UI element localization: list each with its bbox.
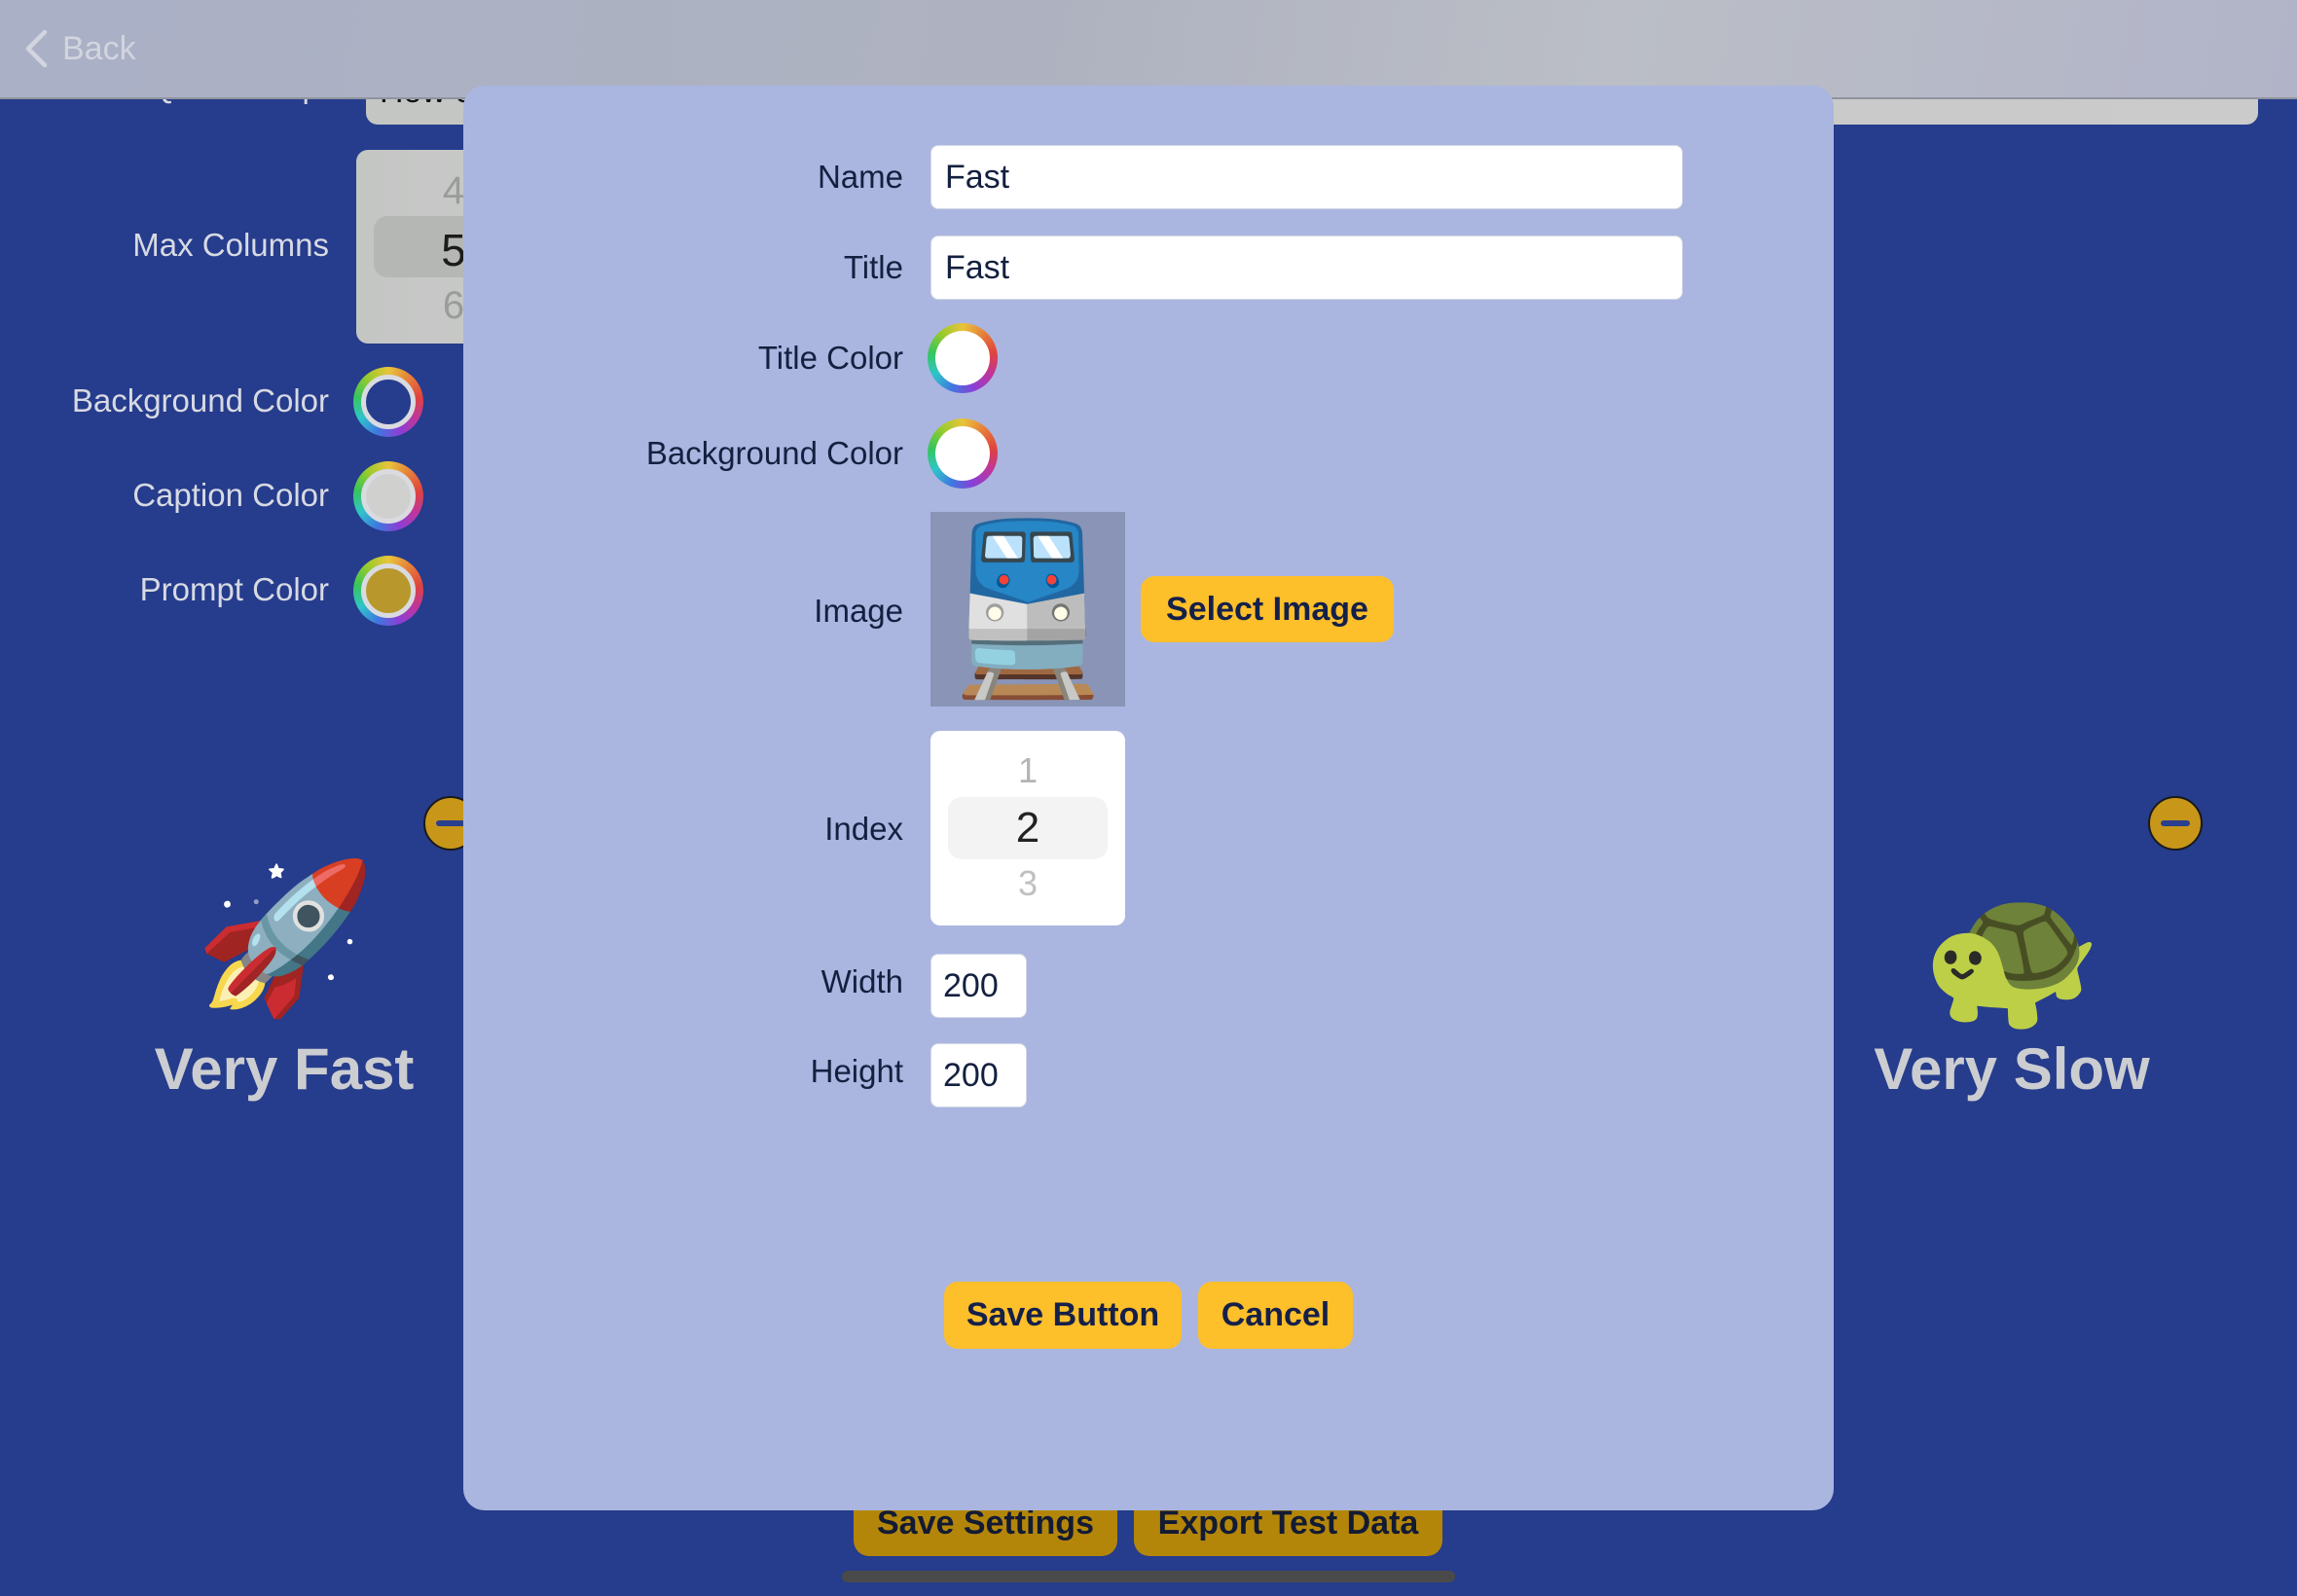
- cancel-button[interactable]: Cancel: [1198, 1282, 1353, 1349]
- width-input[interactable]: 200: [930, 954, 1027, 1018]
- background-color-well[interactable]: [928, 418, 998, 489]
- background-color-well[interactable]: [353, 367, 423, 437]
- index-label: Index: [824, 811, 903, 847]
- image-label: Image: [814, 593, 903, 629]
- caption-color-label: Caption Color: [132, 477, 329, 513]
- prompt-color-label: Prompt Color: [139, 571, 329, 607]
- edit-item-modal: Name Fast Title Fast Title Color Backgro…: [463, 86, 1834, 1510]
- item-image-preview: 🚆: [930, 512, 1125, 707]
- color-swatch: [361, 563, 416, 618]
- title-color-well[interactable]: [928, 323, 998, 393]
- height-label: Height: [810, 1053, 903, 1089]
- name-input[interactable]: Fast: [930, 145, 1683, 209]
- back-label: Back: [62, 29, 136, 67]
- picker-option-selected[interactable]: 2: [930, 804, 1125, 852]
- minus-icon: [436, 820, 465, 826]
- color-swatch: [935, 426, 990, 481]
- minus-icon: [2161, 820, 2190, 826]
- back-button[interactable]: Back: [23, 21, 136, 76]
- color-swatch: [361, 375, 416, 429]
- height-input[interactable]: 200: [930, 1043, 1027, 1107]
- picker-option[interactable]: 1: [930, 750, 1125, 791]
- item-caption: Very Fast: [154, 1036, 415, 1102]
- scrollbar[interactable]: [842, 1571, 1455, 1582]
- chevron-left-icon: [25, 29, 48, 68]
- color-swatch: [361, 469, 416, 524]
- title-color-label: Title Color: [757, 340, 903, 376]
- picker-option[interactable]: 3: [930, 863, 1125, 904]
- title-input[interactable]: Fast: [930, 236, 1683, 300]
- title-label: Title: [843, 249, 903, 285]
- color-swatch: [935, 331, 990, 385]
- turtle-icon: 🐢: [1920, 872, 2103, 1035]
- item-caption: Very Slow: [1874, 1036, 2150, 1102]
- max-columns-label: Max Columns: [132, 227, 329, 263]
- prompt-color-well[interactable]: [353, 556, 423, 626]
- navigation-bar: Back: [0, 0, 2297, 99]
- save-button[interactable]: Save Button: [944, 1282, 1182, 1349]
- background-color-label: Background Color: [645, 435, 903, 471]
- remove-item-button[interactable]: [2148, 796, 2203, 851]
- background-color-label: Background Color: [71, 382, 329, 418]
- caption-color-well[interactable]: [353, 461, 423, 531]
- train-icon: 🚆: [930, 517, 1125, 702]
- width-label: Width: [820, 963, 903, 999]
- name-label: Name: [817, 159, 903, 195]
- rocket-icon: 🚀: [194, 855, 377, 1019]
- index-picker[interactable]: 1 2 3: [930, 731, 1125, 925]
- select-image-button[interactable]: Select Image: [1141, 576, 1394, 642]
